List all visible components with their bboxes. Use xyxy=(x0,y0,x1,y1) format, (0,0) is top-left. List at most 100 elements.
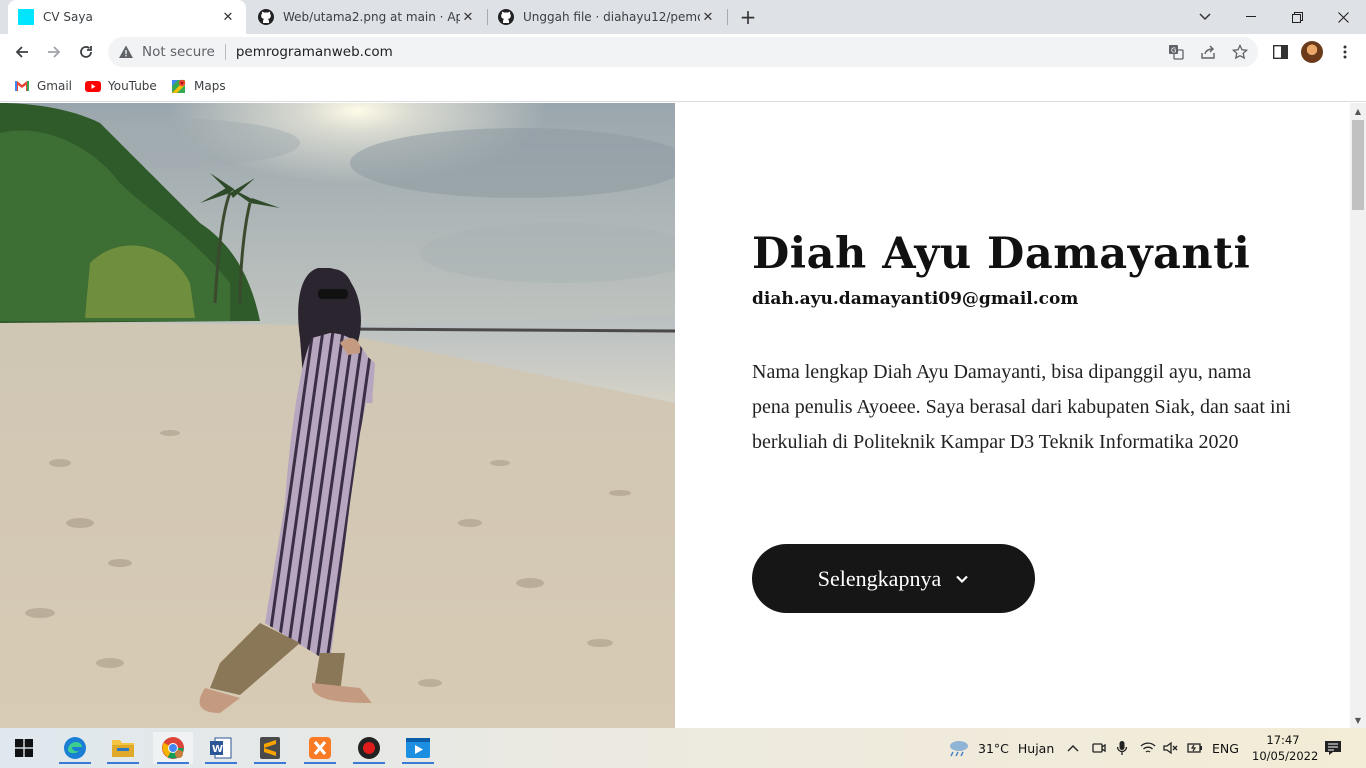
minimize-button[interactable] xyxy=(1228,0,1274,34)
chevron-down-icon xyxy=(956,575,968,583)
side-panel-icon[interactable] xyxy=(1270,42,1290,62)
tray-volume[interactable] xyxy=(1163,728,1179,768)
url-text[interactable]: pemrogramanweb.com xyxy=(236,44,393,60)
warning-icon xyxy=(119,45,133,58)
record-icon xyxy=(358,737,380,759)
tab-separator xyxy=(727,9,728,25)
menu-kebab-icon[interactable] xyxy=(1335,42,1355,62)
bookmark-youtube[interactable]: YouTube xyxy=(85,77,157,95)
reload-button[interactable] xyxy=(72,38,100,66)
reload-icon xyxy=(80,46,92,58)
tray-show-hidden[interactable] xyxy=(1067,728,1079,768)
tab-title: Web/utama2.png at main · AprianAnugrah xyxy=(283,10,460,24)
tray-wifi[interactable] xyxy=(1140,728,1156,768)
taskbar-edge[interactable] xyxy=(55,732,95,764)
new-tab-button[interactable]: + xyxy=(736,5,760,29)
svg-text:W: W xyxy=(212,744,223,755)
chrome-icon xyxy=(162,737,184,759)
volume-muted-icon xyxy=(1163,741,1178,755)
start-button[interactable] xyxy=(4,732,44,764)
scroll-up-arrow-icon[interactable]: ▲ xyxy=(1350,103,1366,119)
selengkapnya-button[interactable]: Selengkapnya xyxy=(752,544,1035,613)
tab-github-utama2[interactable]: Web/utama2.png at main · AprianAnugrah ✕ xyxy=(248,0,486,34)
scroll-thumb[interactable] xyxy=(1352,120,1364,210)
tray-battery[interactable] xyxy=(1187,728,1203,768)
taskbar-recorder[interactable] xyxy=(349,732,389,764)
address-bar[interactable]: Not secure pemrogramanweb.com xyxy=(108,37,1258,67)
tab-strip: CV Saya ✕ Web/utama2.png at main · Apria… xyxy=(0,0,1366,34)
xampp-icon xyxy=(309,737,331,759)
edge-icon xyxy=(64,737,86,759)
maps-icon xyxy=(172,79,186,93)
profile-name: Diah Ayu Damayanti xyxy=(752,229,1251,279)
close-icon[interactable]: ✕ xyxy=(460,10,476,25)
taskbar-chrome[interactable] xyxy=(153,732,193,764)
sublime-text-icon xyxy=(260,737,280,759)
taskbar-file-explorer[interactable] xyxy=(103,732,143,764)
arrow-left-icon xyxy=(15,46,28,58)
bookmark-gmail[interactable]: Gmail xyxy=(14,77,72,95)
bookmark-label: Gmail xyxy=(37,79,73,93)
gmail-icon xyxy=(15,81,29,91)
svg-text:G: G xyxy=(1171,47,1176,55)
language-label: ENG xyxy=(1212,740,1239,756)
taskbar-sublime[interactable] xyxy=(250,732,290,764)
bookmarks-bar: Gmail YouTube Maps xyxy=(0,70,1366,102)
word-icon: W xyxy=(210,737,232,759)
bookmark-star-icon[interactable] xyxy=(1231,43,1249,61)
windows-taskbar: W 31°C Hujan ENG 17:47 10/05/2022 xyxy=(0,728,1366,768)
page-scrollbar[interactable]: ▲ ▼ xyxy=(1350,103,1366,728)
battery-charging-icon xyxy=(1187,743,1202,753)
security-label[interactable]: Not secure xyxy=(142,44,215,60)
close-icon[interactable]: ✕ xyxy=(700,10,716,25)
button-label: Selengkapnya xyxy=(817,565,942,591)
wifi-icon xyxy=(1140,742,1156,753)
taskbar-clock[interactable]: 17:47 10/05/2022 xyxy=(1252,732,1319,764)
tab-search-chevron-icon[interactable] xyxy=(1182,0,1228,34)
tray-microphone[interactable] xyxy=(1116,728,1128,768)
weather-widget[interactable]: 31°C Hujan xyxy=(948,728,1054,768)
bookmark-maps[interactable]: Maps xyxy=(171,77,226,95)
close-window-button[interactable] xyxy=(1320,0,1366,34)
browser-toolbar: Not secure pemrogramanweb.com G xyxy=(0,34,1366,70)
folder-icon xyxy=(112,740,134,757)
youtube-icon xyxy=(85,81,101,92)
profile-avatar[interactable] xyxy=(1301,41,1323,63)
tab-title: CV Saya xyxy=(43,10,93,24)
translate-icon[interactable]: G xyxy=(1167,43,1185,61)
scroll-down-arrow-icon[interactable]: ▼ xyxy=(1350,712,1366,728)
back-button[interactable] xyxy=(8,38,36,66)
windows-logo-icon xyxy=(15,739,33,757)
microphone-icon xyxy=(1116,741,1128,755)
restore-button[interactable] xyxy=(1274,0,1320,34)
chevron-up-icon xyxy=(1067,745,1079,752)
share-icon[interactable] xyxy=(1199,43,1217,61)
taskbar-xampp[interactable] xyxy=(300,732,340,764)
page-content: Diah Ayu Damayanti diah.ayu.damayanti09@… xyxy=(0,103,1350,728)
beach-photo xyxy=(0,103,675,728)
close-icon[interactable]: ✕ xyxy=(220,10,236,25)
github-icon xyxy=(498,9,514,25)
clock-date: 10/05/2022 xyxy=(1252,749,1319,763)
profile-photo xyxy=(0,103,675,728)
bookmark-label: Maps xyxy=(194,79,226,93)
tray-language[interactable]: ENG xyxy=(1212,728,1239,768)
notification-center-button[interactable] xyxy=(1324,728,1342,768)
profile-bio: Nama lengkap Diah Ayu Damayanti, bisa di… xyxy=(752,361,1292,453)
rain-cloud-icon xyxy=(950,741,968,757)
bookmark-label: YouTube xyxy=(108,79,157,93)
divider xyxy=(224,44,226,60)
github-icon xyxy=(258,9,274,25)
taskbar-word[interactable]: W xyxy=(201,732,241,764)
profile-email: diah.ayu.damayanti09@gmail.com xyxy=(752,289,1079,309)
forward-button[interactable] xyxy=(40,38,68,66)
tab-unggah-file[interactable]: Unggah file · diahayu12/pemogramanweb ✕ xyxy=(488,0,726,34)
taskbar-media-player[interactable] xyxy=(398,732,438,764)
tab-title: Unggah file · diahayu12/pemogramanweb xyxy=(523,10,700,24)
tray-camera[interactable] xyxy=(1092,728,1106,768)
weather-condition: Hujan xyxy=(1017,740,1055,756)
tab-cv-saya[interactable]: CV Saya ✕ xyxy=(8,0,246,34)
weather-temp: 31°C xyxy=(978,740,1009,756)
clock-time: 17:47 xyxy=(1266,733,1300,747)
square-cyan-icon xyxy=(18,9,34,25)
